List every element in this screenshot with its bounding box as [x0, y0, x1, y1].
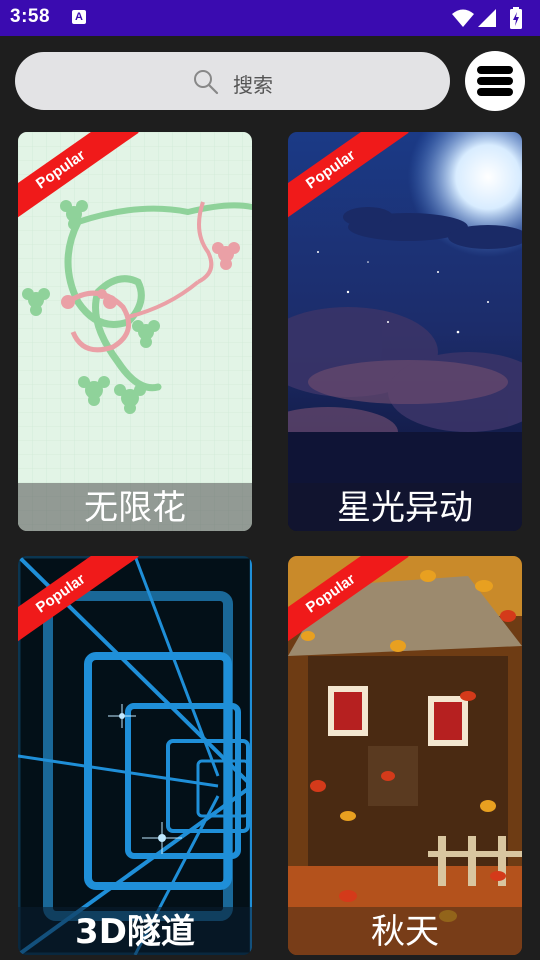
popular-badge: Popular [18, 556, 148, 686]
menu-button[interactable] [465, 51, 525, 111]
popular-badge: Popular [18, 132, 148, 262]
wallpaper-card-1[interactable]: Popular 无限花 [18, 132, 252, 531]
popular-badge: Popular [288, 132, 418, 262]
wallpaper-title: 3D隧道 [75, 912, 195, 952]
popular-badge: Popular [288, 556, 418, 686]
search-placeholder: 搜索 [233, 73, 273, 97]
status-bar: 3:58 A [0, 0, 540, 36]
battery-icon [510, 7, 522, 29]
wallpaper-title: 秋天 [371, 912, 439, 952]
wallpaper-card-2[interactable]: Popular 星光异动 [288, 132, 522, 531]
wallpaper-card-4[interactable]: Popular 秋天 [288, 556, 522, 955]
wallpaper-title: 星光异动 [337, 488, 473, 528]
wallpaper-title: 无限花 [84, 488, 186, 528]
wallpaper-card-3[interactable]: Popular 3D隧道 [18, 556, 252, 955]
wifi-icon [452, 9, 474, 27]
status-time: 3:58 [10, 6, 51, 27]
search-input[interactable]: 搜索 [15, 52, 450, 110]
cellular-signal-icon [478, 9, 496, 27]
search-icon [194, 70, 219, 95]
status-icons [452, 6, 532, 30]
notification-app-icon: A [72, 10, 86, 24]
